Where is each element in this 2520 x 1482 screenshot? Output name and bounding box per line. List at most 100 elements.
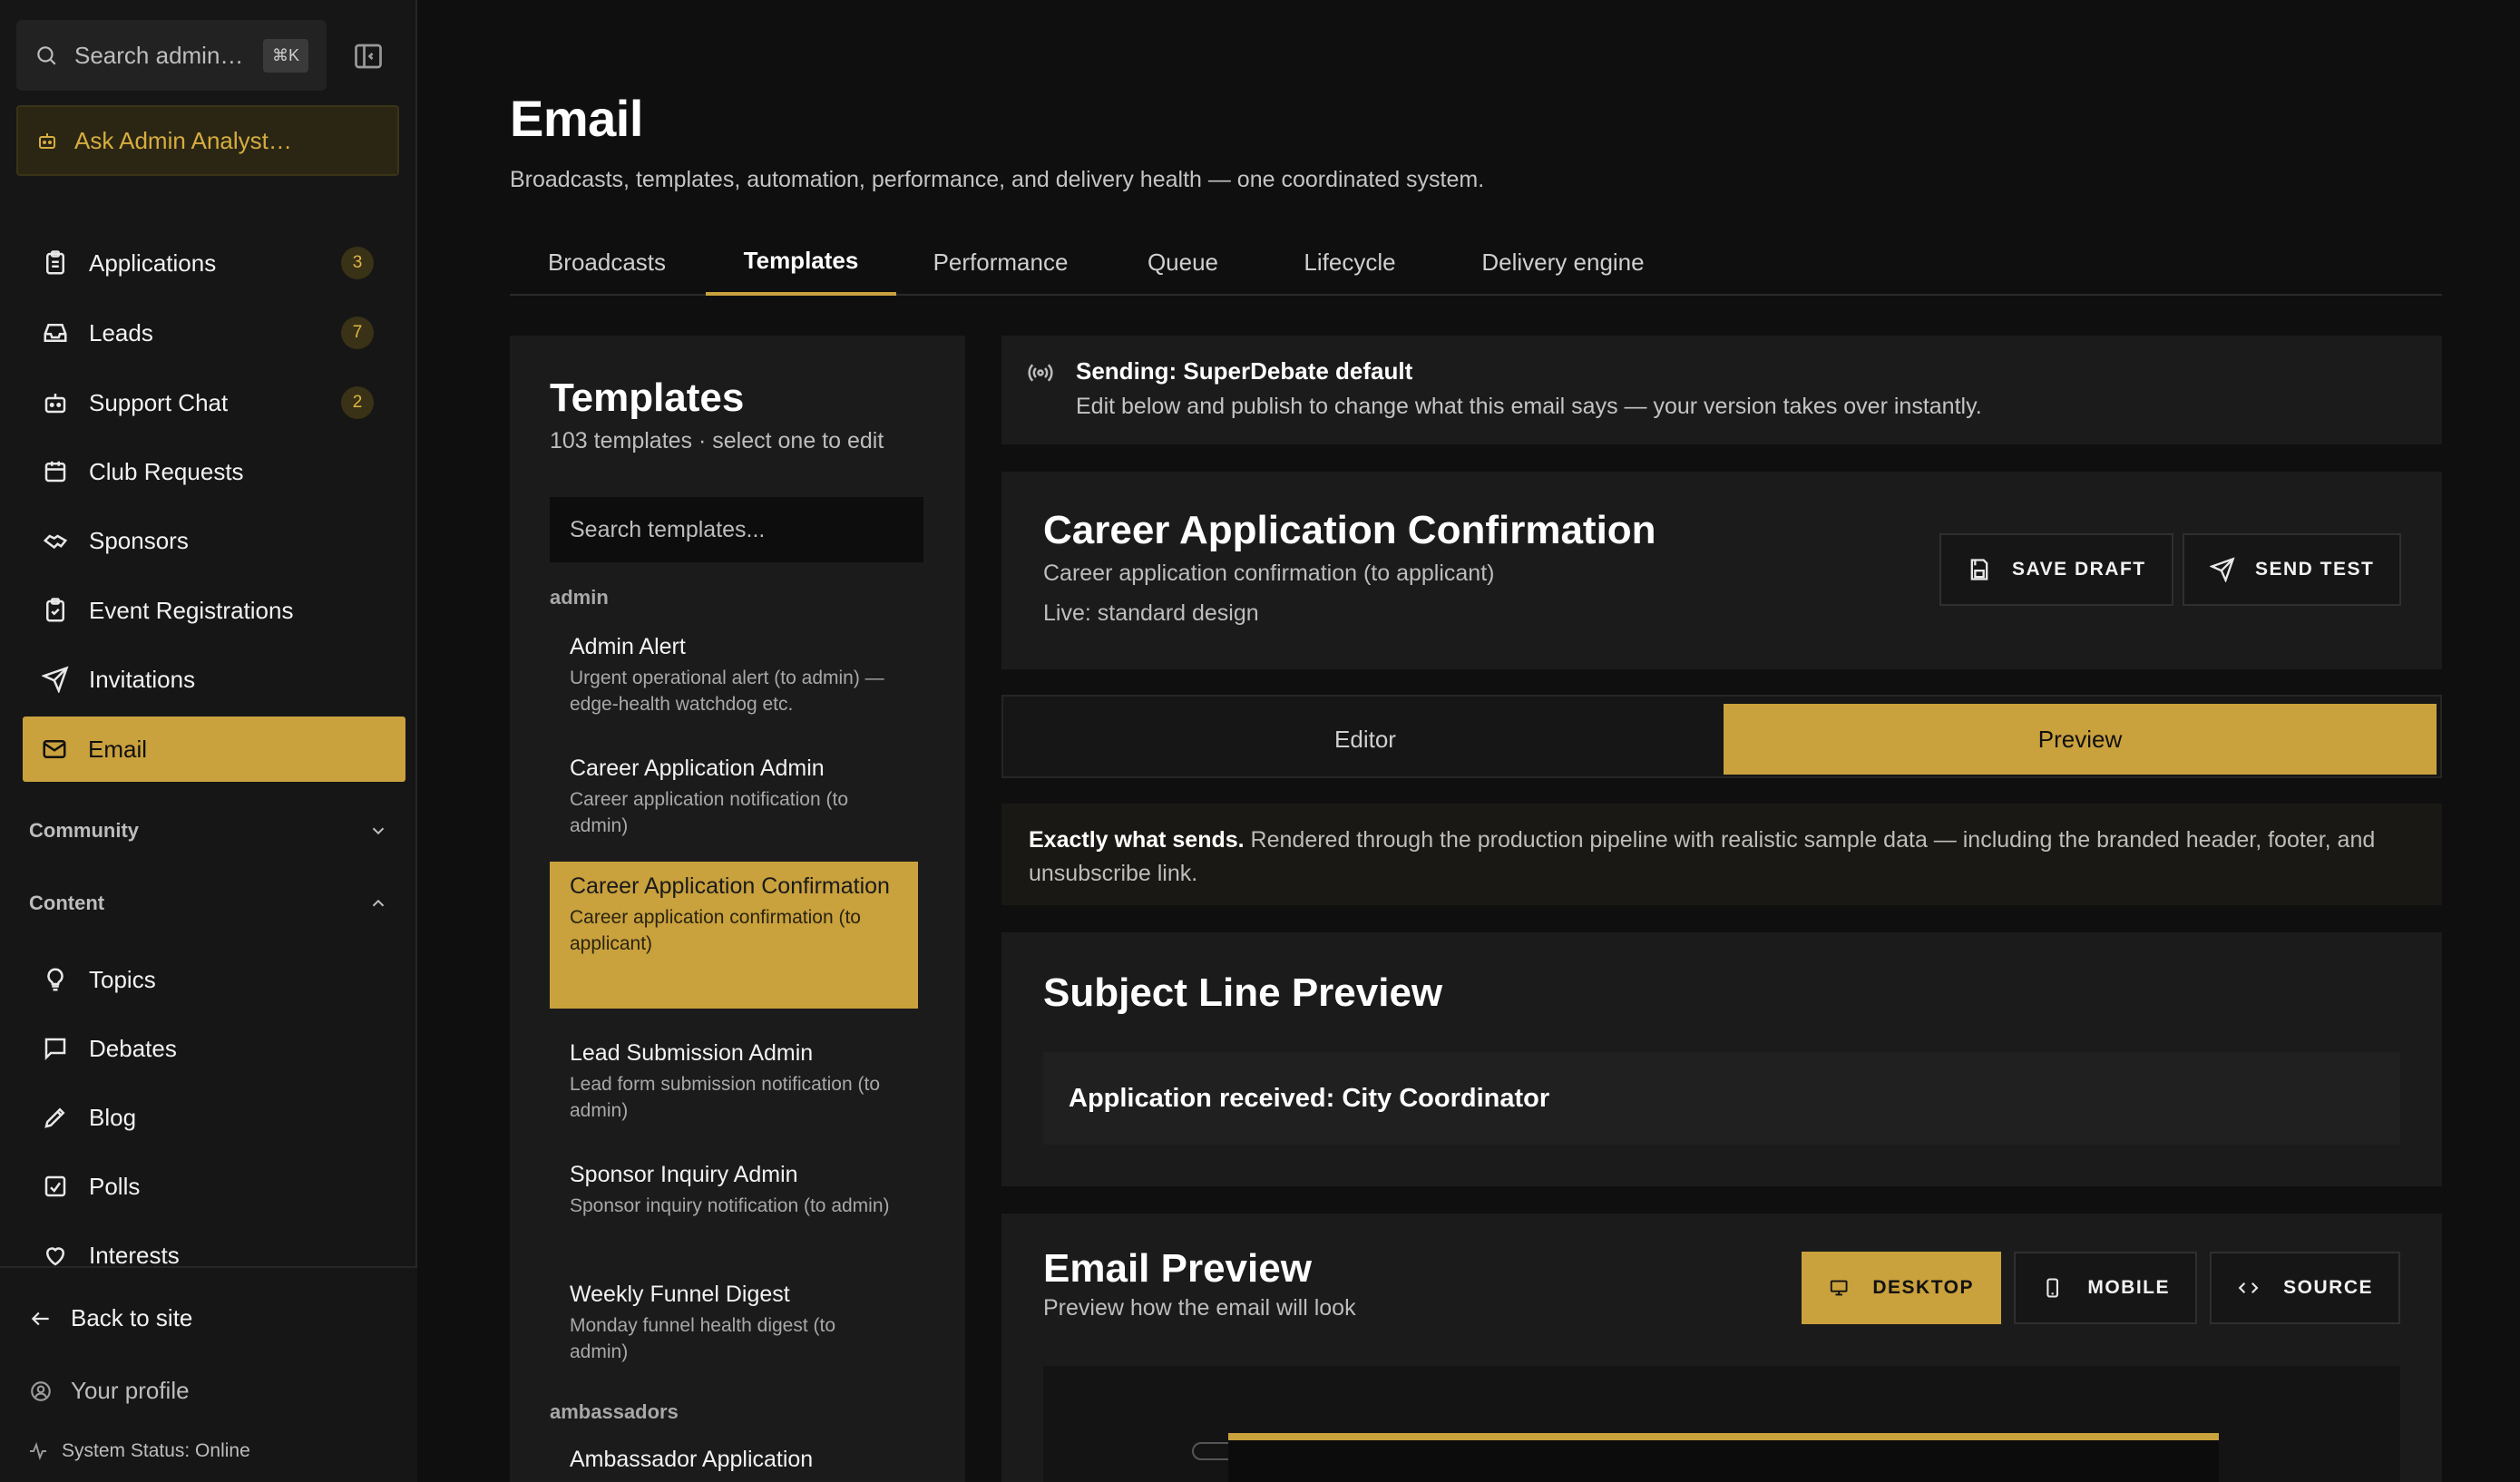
sidebar-item-blog[interactable]: Blog: [24, 1088, 392, 1146]
sidebar-item-label: Topics: [89, 965, 156, 993]
editor-mode-button[interactable]: Editor: [1009, 704, 1722, 775]
sidebar-item-label: Email: [88, 735, 148, 763]
template-live-design: Live: standard design: [1043, 600, 1259, 626]
sidebar: Search admin… ⌘K Ask Admin Analyst… Appl…: [0, 0, 417, 1482]
source-view-label: SOURCE: [2283, 1277, 2373, 1298]
sidebar-item-debates[interactable]: Debates: [24, 1019, 392, 1077]
subject-line-value: Application received: City Coordinator: [1043, 1052, 2400, 1145]
template-item-career-application-admin[interactable]: Career Application Admin Career applicat…: [550, 744, 918, 848]
monitor-icon: [1830, 1280, 1848, 1296]
sidebar-item-sponsors[interactable]: Sponsors: [24, 512, 392, 570]
section-label: Content: [29, 892, 105, 914]
template-item-career-application-confirmation[interactable]: Career Application Confirmation Career a…: [550, 862, 918, 1009]
tab-templates[interactable]: Templates: [706, 229, 896, 296]
preview-mode-button[interactable]: Preview: [1724, 704, 2437, 775]
templates-count: 103 templates · select one to edit: [550, 428, 884, 453]
sidebar-collapse-button[interactable]: [352, 40, 385, 73]
sidebar-item-polls[interactable]: Polls: [24, 1157, 392, 1215]
tab-delivery-engine[interactable]: Delivery engine: [1439, 229, 1687, 296]
send-icon: [2210, 557, 2235, 582]
page-subtitle: Broadcasts, templates, automation, perfo…: [510, 167, 1485, 192]
lightbulb-icon: [47, 968, 63, 991]
sidebar-item-club-requests[interactable]: Club Requests: [24, 443, 392, 501]
inbox-icon: [44, 324, 67, 342]
page-title: Email: [510, 90, 643, 147]
clipboard-icon: [46, 250, 64, 275]
heart-icon: [45, 1247, 65, 1266]
template-item-ambassador-application[interactable]: Ambassador Application: [550, 1435, 918, 1482]
tab-lifecycle[interactable]: Lifecycle: [1261, 229, 1439, 296]
template-desc: Sponsor inquiry notification (to admin): [570, 1195, 890, 1216]
section-community-toggle[interactable]: Community: [29, 813, 388, 849]
template-desc: Career application notification (to admi…: [570, 789, 849, 836]
preview-note: Exactly what sends. Rendered through the…: [1001, 804, 2442, 905]
sidebar-item-label: Event Registrations: [89, 596, 294, 624]
section-content-toggle[interactable]: Content: [29, 885, 388, 921]
user-circle-icon: [31, 1380, 51, 1401]
template-group-label: ambassadors: [550, 1400, 679, 1423]
sidebar-item-label: Blog: [89, 1103, 137, 1131]
template-item-weekly-funnel-digest[interactable]: Weekly Funnel Digest Monday funnel healt…: [550, 1270, 918, 1374]
templates-panel: Templates 103 templates · select one to …: [510, 336, 965, 1482]
email-preview: Email Preview Preview how the email will…: [1001, 1214, 2442, 1482]
sidebar-item-label: Support Chat: [89, 388, 229, 416]
system-status: System Status: Online: [27, 1440, 250, 1462]
poll-icon: [44, 1175, 66, 1197]
sending-banner-text: Edit below and publish to change what th…: [1076, 394, 1982, 419]
save-draft-button[interactable]: SAVE DRAFT: [1939, 533, 2173, 606]
sidebar-item-invitations[interactable]: Invitations: [24, 650, 392, 708]
search-icon: [37, 46, 56, 65]
email-preview-frame[interactable]: [1043, 1366, 2400, 1482]
mobile-view-button[interactable]: MOBILE: [2014, 1252, 2197, 1324]
admin-search[interactable]: Search admin… ⌘K: [16, 20, 327, 91]
sidebar-item-label: Invitations: [89, 665, 196, 693]
sending-banner-title: Sending: SuperDebate default: [1076, 357, 1413, 385]
sidebar-item-label: Leads: [89, 318, 153, 346]
templates-search-input[interactable]: [550, 497, 923, 562]
ask-admin-analyst-button[interactable]: Ask Admin Analyst…: [16, 105, 399, 176]
template-desc: Urgent operational alert (to admin) — ed…: [570, 668, 884, 715]
subject-line-preview: Subject Line Preview Application receive…: [1001, 932, 2442, 1186]
calendar-icon: [44, 461, 66, 483]
sidebar-item-label: Interests: [89, 1241, 180, 1269]
template-item-sponsor-inquiry-admin[interactable]: Sponsor Inquiry Admin Sponsor inquiry no…: [550, 1150, 918, 1228]
desktop-view-button[interactable]: DESKTOP: [1802, 1252, 2001, 1324]
template-item-admin-alert[interactable]: Admin Alert Urgent operational alert (to…: [550, 622, 918, 726]
template-header: Career Application Confirmation Career a…: [1001, 472, 2442, 669]
message-square-icon: [44, 1038, 66, 1061]
source-view-button[interactable]: SOURCE: [2210, 1252, 2400, 1324]
sidebar-item-topics[interactable]: Topics: [24, 951, 392, 1009]
send-test-button[interactable]: SEND TEST: [2183, 533, 2402, 606]
template-name: Career Application Confirmation: [570, 873, 890, 899]
sidebar-item-applications[interactable]: Applications 3: [24, 234, 392, 292]
save-icon: [1970, 559, 1988, 580]
template-item-lead-submission-admin[interactable]: Lead Submission Admin Lead form submissi…: [550, 1029, 918, 1133]
tab-queue[interactable]: Queue: [1105, 229, 1261, 296]
sidebar-item-leads[interactable]: Leads 7: [24, 304, 392, 362]
template-name: Sponsor Inquiry Admin: [570, 1162, 798, 1187]
sidebar-item-support-chat[interactable]: Support Chat 2: [24, 374, 392, 432]
sidebar-item-label: Club Requests: [89, 457, 244, 485]
tab-broadcasts[interactable]: Broadcasts: [510, 229, 704, 296]
email-preview-title: Email Preview: [1043, 1246, 1312, 1291]
sidebar-item-label: Polls: [89, 1172, 141, 1200]
sending-banner: Sending: SuperDebate default Edit below …: [1001, 336, 2442, 444]
your-profile-label: Your profile: [71, 1377, 190, 1404]
mail-icon: [43, 740, 66, 758]
back-to-site-link[interactable]: Back to site: [29, 1304, 192, 1332]
admin-search-placeholder: Search admin…: [74, 41, 244, 69]
back-to-site-label: Back to site: [71, 1304, 193, 1331]
activity-icon: [30, 1442, 46, 1460]
your-profile-link[interactable]: Your profile: [29, 1377, 190, 1405]
chevron-up-icon: [372, 899, 385, 907]
arrow-left-icon: [31, 1311, 49, 1325]
count-badge: 7: [341, 317, 374, 349]
smartphone-icon: [2046, 1278, 2058, 1298]
subject-preview-title: Subject Line Preview: [1043, 970, 1443, 1015]
template-desc: Lead form submission notification (to ad…: [570, 1074, 880, 1121]
sidebar-item-event-registrations[interactable]: Event Registrations: [24, 581, 392, 639]
sidebar-item-email[interactable]: Email: [23, 717, 405, 782]
bot-icon: [44, 394, 66, 414]
tab-performance[interactable]: Performance: [896, 229, 1105, 296]
sidebar-item-label: Sponsors: [89, 526, 189, 554]
